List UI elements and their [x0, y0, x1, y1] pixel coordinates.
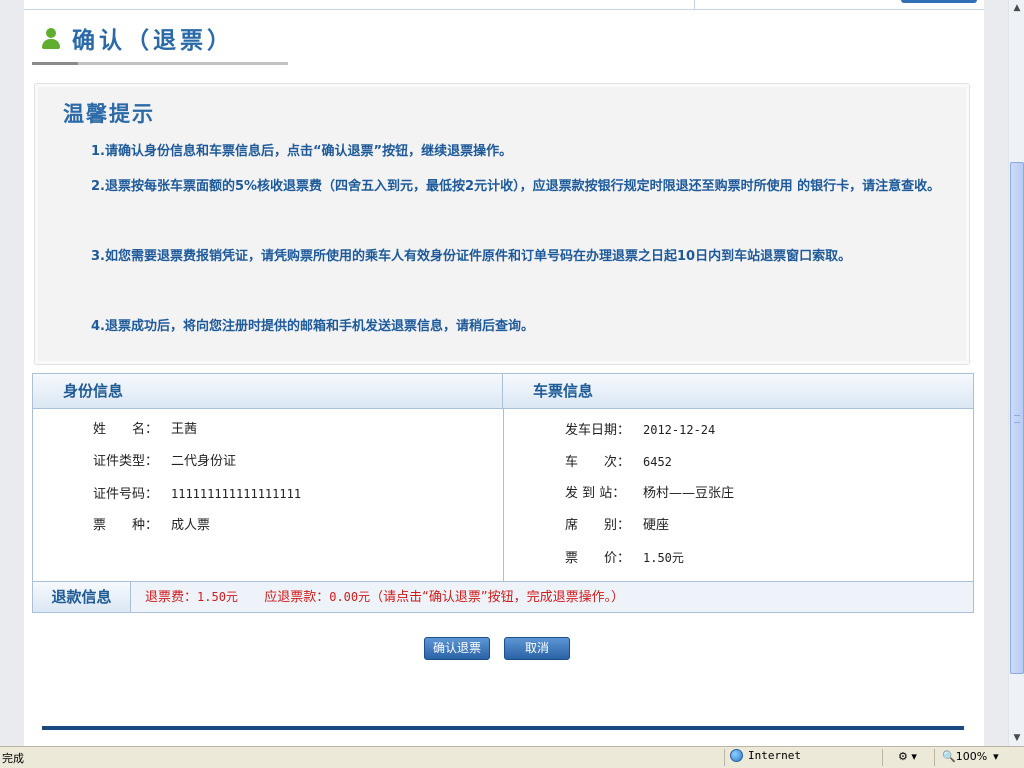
refund-note: （请点击“确认退票”按钮，完成退票操作。） [370, 590, 625, 605]
refund-amount-value: 0.00元 [329, 590, 371, 604]
info-table: 身份信息 车票信息 姓 名： 王茜 证件类型： 二代身份证 证件号码： 1111111… [32, 373, 974, 613]
identity-row: 证件类型： 二代身份证 [93, 454, 237, 469]
top-button-edge[interactable] [901, 0, 977, 3]
scroll-up-icon[interactable]: ▲ [1010, 0, 1024, 16]
tip-item: 1.请确认身份信息和车票信息后，点击“确认退票”按钮，继续退票操作。 [91, 144, 513, 159]
zoom-icon: 🔍 [942, 750, 956, 763]
zoom-control[interactable]: 🔍 100% ▾ [942, 750, 999, 763]
status-text: 完成 [2, 752, 24, 765]
cancel-button[interactable]: 取消 [504, 637, 570, 660]
refund-fee-label: 退票费： [145, 590, 198, 605]
vertical-scrollbar[interactable]: ▲ ▼ [1008, 0, 1024, 746]
identity-header: 身份信息 [33, 374, 503, 409]
user-icon [40, 26, 62, 50]
chevron-down-icon: ▾ [993, 750, 999, 763]
ticket-row: 发车日期： 2012-12-24 [565, 423, 716, 438]
refund-amount-label: 应退票款： [264, 590, 330, 605]
tips-panel: 温馨提示 1.请确认身份信息和车票信息后，点击“确认退票”按钮，继续退票操作。 … [34, 83, 970, 365]
refund-text: 退票费：1.50元 应退票款：0.00元（请点击“确认退票”按钮，完成退票操作。… [145, 582, 624, 613]
refund-label: 退款信息 [33, 582, 131, 612]
tip-item: 4.退票成功后，将向您注册时提供的邮箱和手机发送退票信息，请稍后查询。 [91, 319, 534, 334]
ticket-row: 发 到 站： 杨村——豆张庄 [565, 486, 735, 501]
scrollbar-thumb[interactable] [1010, 162, 1024, 674]
top-tab-strip [24, 0, 984, 10]
ticket-row: 票 价： 1.50元 [565, 551, 684, 566]
page-heading: 确认（退票） [40, 22, 234, 54]
refund-fee-value: 1.50元 [197, 590, 238, 604]
identity-row: 证件号码： 111111111111111111 [93, 487, 302, 502]
tip-item: 2.退票按每张车票面额的5%核收退票费（四舍五入到元，最低按2元计收），应退票款… [91, 179, 941, 194]
tip-item: 3.如您需要退票费报销凭证，请凭购票所使用的乘车人有效身份证件原件和订单号码在办… [91, 249, 852, 264]
scroll-down-icon[interactable]: ▼ [1010, 730, 1024, 746]
protected-mode-icon[interactable]: ⚙ ▾ [898, 750, 917, 763]
refund-info: 退款信息 退票费：1.50元 应退票款：0.00元（请点击“确认退票”按钮，完成… [33, 581, 973, 612]
security-zone: Internet [730, 749, 801, 762]
ticket-header: 车票信息 [503, 374, 973, 409]
identity-row: 姓 名： 王茜 [93, 422, 198, 437]
page-title: 确认（退票） [72, 28, 234, 54]
ticket-row: 席 别： 硬座 [565, 518, 670, 533]
footer-bar [42, 726, 964, 730]
page-content: 确认（退票） 温馨提示 1.请确认身份信息和车票信息后，点击“确认退票”按钮，继… [24, 0, 984, 746]
browser-viewport: 确认（退票） 温馨提示 1.请确认身份信息和车票信息后，点击“确认退票”按钮，继… [0, 0, 1008, 746]
heading-underline [32, 62, 288, 65]
ticket-row: 车 次： 6452 [565, 455, 672, 470]
identity-row: 票 种： 成人票 [93, 518, 211, 533]
globe-icon [730, 749, 743, 762]
status-bar: 完成 Internet ⚙ ▾ 🔍 100% ▾ [0, 746, 1024, 768]
tips-title: 温馨提示 [63, 102, 155, 126]
confirm-refund-button[interactable]: 确认退票 [424, 637, 490, 660]
